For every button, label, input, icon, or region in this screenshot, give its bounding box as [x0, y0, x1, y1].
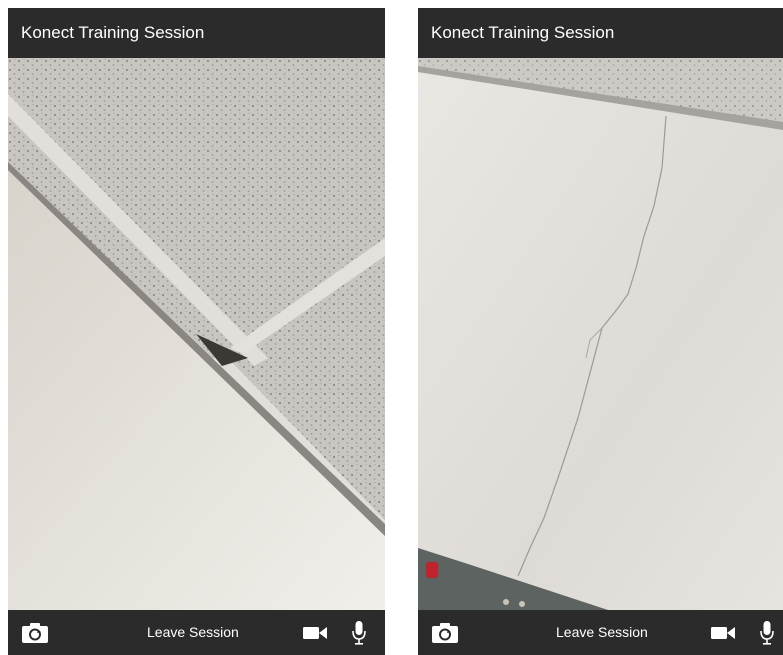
phone-screen-right: Konect Training Session Leave Session — [418, 8, 783, 655]
phone-screen-left: Konect Training Session Leave Session — [8, 8, 385, 655]
leave-session-button[interactable]: Leave Session — [556, 610, 648, 655]
session-title: Konect Training Session — [8, 8, 385, 58]
video-camera-icon[interactable] — [302, 610, 328, 655]
bottom-toolbar: Leave Session — [8, 610, 385, 655]
session-title: Konect Training Session — [418, 8, 783, 58]
leave-session-button[interactable]: Leave Session — [147, 610, 239, 655]
camera-flip-icon[interactable] — [430, 610, 460, 655]
microphone-icon[interactable] — [756, 610, 778, 655]
microphone-icon[interactable] — [348, 610, 370, 655]
camera-feed — [8, 58, 385, 610]
camera-feed — [418, 58, 783, 610]
camera-flip-icon[interactable] — [20, 610, 50, 655]
video-camera-icon[interactable] — [710, 610, 736, 655]
bottom-toolbar: Leave Session — [418, 610, 783, 655]
